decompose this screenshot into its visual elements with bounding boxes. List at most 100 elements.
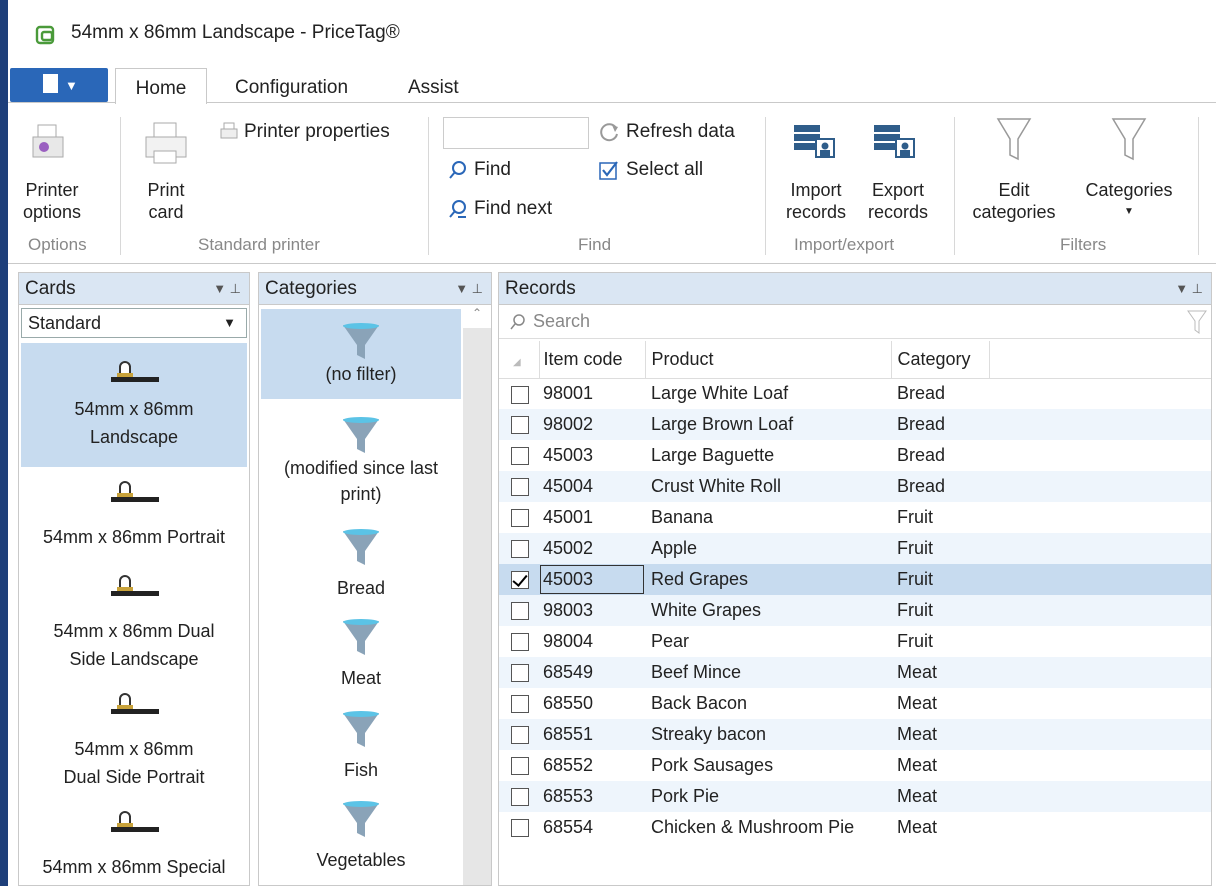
product-cell[interactable]: Red Grapes <box>645 564 891 595</box>
item-code-cell[interactable]: 68549 <box>539 657 645 688</box>
row-checkbox[interactable] <box>511 385 529 404</box>
row-checkbox-cell[interactable] <box>499 595 539 626</box>
printer-options-button[interactable]: Printer options <box>12 117 92 229</box>
item-code-cell[interactable]: 68554 <box>539 812 645 843</box>
row-checkbox-cell[interactable] <box>499 688 539 719</box>
item-code-cell[interactable]: 68552 <box>539 750 645 781</box>
category-cell[interactable]: Bread <box>891 378 989 409</box>
item-code-cell[interactable]: 68553 <box>539 781 645 812</box>
row-checkbox[interactable] <box>511 416 529 435</box>
row-checkbox-cell[interactable] <box>499 812 539 843</box>
records-search[interactable]: Search <box>499 305 1211 339</box>
category-cell[interactable]: Fruit <box>891 533 989 564</box>
scroll-up-icon[interactable]: ⌃ <box>463 306 491 328</box>
row-checkbox-cell[interactable] <box>499 750 539 781</box>
card-type-select[interactable]: Standard ▼ <box>21 308 247 338</box>
table-row[interactable]: 45003 Large Baguette Bread <box>499 440 1211 471</box>
item-code-cell[interactable]: 98003 <box>539 595 645 626</box>
product-cell[interactable]: Pear <box>645 626 891 657</box>
item-code-cell[interactable]: 98002 <box>539 409 645 440</box>
category-item[interactable]: Meat <box>261 617 461 701</box>
tab-assist[interactable]: Assist <box>408 68 459 104</box>
find-input[interactable] <box>443 117 589 149</box>
table-row[interactable]: 68551 Streaky bacon Meat <box>499 719 1211 750</box>
table-row[interactable]: 98004 Pear Fruit <box>499 626 1211 657</box>
tab-configuration[interactable]: Configuration <box>235 68 348 104</box>
item-code-cell[interactable]: 45004 <box>539 471 645 502</box>
print-card-button[interactable]: Print card <box>136 117 196 229</box>
row-checkbox[interactable] <box>511 819 529 838</box>
item-code-cell[interactable]: 98001 <box>539 378 645 409</box>
table-row[interactable]: 45002 Apple Fruit <box>499 533 1211 564</box>
product-cell[interactable]: Back Bacon <box>645 688 891 719</box>
pin-icon[interactable]: ▼ ⊥ <box>455 273 483 305</box>
category-cell[interactable]: Bread <box>891 471 989 502</box>
file-menu-button[interactable]: ▼ <box>10 68 108 102</box>
edit-categories-button[interactable]: Edit categories <box>966 117 1062 229</box>
row-checkbox[interactable] <box>511 540 529 559</box>
category-cell[interactable]: Bread <box>891 409 989 440</box>
pin-icon[interactable]: ▼ ⊥ <box>1175 273 1203 305</box>
row-checkbox[interactable] <box>511 602 529 621</box>
category-cell[interactable]: Fruit <box>891 564 989 595</box>
category-cell[interactable]: Fruit <box>891 595 989 626</box>
row-checkbox[interactable] <box>511 757 529 776</box>
item-code-cell[interactable]: 68550 <box>539 688 645 719</box>
category-item[interactable]: (modified since last print) <box>261 405 461 509</box>
row-checkbox-cell[interactable] <box>499 378 539 409</box>
product-cell[interactable]: Beef Mince <box>645 657 891 688</box>
product-cell[interactable]: Pork Pie <box>645 781 891 812</box>
product-cell[interactable]: Apple <box>645 533 891 564</box>
select-column-header[interactable]: ◢ <box>499 341 540 379</box>
item-code-cell[interactable]: 45001 <box>539 502 645 533</box>
category-item[interactable]: Bread <box>261 527 461 611</box>
category-item[interactable]: (no filter) <box>261 309 461 399</box>
category-cell[interactable]: Bread <box>891 440 989 471</box>
item-code-cell[interactable]: 45003 <box>539 564 645 595</box>
category-cell[interactable]: Fruit <box>891 502 989 533</box>
row-checkbox-cell[interactable] <box>499 564 539 595</box>
search-input[interactable]: Search <box>533 311 590 331</box>
row-checkbox-cell[interactable] <box>499 502 539 533</box>
table-row[interactable]: 98001 Large White Loaf Bread <box>499 378 1211 409</box>
column-header-category[interactable]: Category <box>891 341 990 379</box>
category-cell[interactable]: Meat <box>891 688 989 719</box>
product-cell[interactable]: Large White Loaf <box>645 378 891 409</box>
product-cell[interactable]: Chicken & Mushroom Pie <box>645 812 891 843</box>
item-code-cell[interactable]: 45002 <box>539 533 645 564</box>
row-checkbox-cell[interactable] <box>499 440 539 471</box>
table-row[interactable]: 68554 Chicken & Mushroom Pie Meat <box>499 812 1211 843</box>
row-checkbox-cell[interactable] <box>499 471 539 502</box>
product-cell[interactable]: Streaky bacon <box>645 719 891 750</box>
categories-scrollbar[interactable]: ⌃ <box>463 306 491 885</box>
import-records-button[interactable]: Import records <box>778 117 854 229</box>
row-checkbox[interactable] <box>511 695 529 714</box>
table-row[interactable]: 45003 Red Grapes Fruit <box>499 564 1211 595</box>
pin-icon[interactable]: ▼ ⊥ <box>213 273 241 305</box>
categories-dropdown-button[interactable]: Categories ▼ <box>1074 117 1184 229</box>
filter-icon[interactable] <box>1187 309 1207 335</box>
row-checkbox[interactable] <box>511 664 529 683</box>
category-cell[interactable]: Meat <box>891 657 989 688</box>
category-item[interactable]: Fish <box>261 709 461 793</box>
category-cell[interactable]: Meat <box>891 750 989 781</box>
row-checkbox[interactable] <box>511 571 529 590</box>
card-item[interactable]: 54mm x 86mm Portrait <box>21 471 247 567</box>
row-checkbox-cell[interactable] <box>499 781 539 812</box>
row-checkbox[interactable] <box>511 726 529 745</box>
row-checkbox[interactable] <box>511 447 529 466</box>
table-row[interactable]: 68549 Beef Mince Meat <box>499 657 1211 688</box>
table-row[interactable]: 98003 White Grapes Fruit <box>499 595 1211 626</box>
product-cell[interactable]: Crust White Roll <box>645 471 891 502</box>
printer-properties-button[interactable]: Printer properties <box>220 121 390 143</box>
card-item[interactable]: 54mm x 86mm Special <box>21 801 247 885</box>
row-checkbox-cell[interactable] <box>499 657 539 688</box>
row-checkbox-cell[interactable] <box>499 409 539 440</box>
select-all-button[interactable]: Select all <box>598 159 703 181</box>
row-checkbox[interactable] <box>511 633 529 652</box>
row-checkbox[interactable] <box>511 478 529 497</box>
row-checkbox[interactable] <box>511 788 529 807</box>
column-header-product[interactable]: Product <box>645 341 892 379</box>
product-cell[interactable]: Banana <box>645 502 891 533</box>
item-code-cell[interactable]: 45003 <box>539 440 645 471</box>
